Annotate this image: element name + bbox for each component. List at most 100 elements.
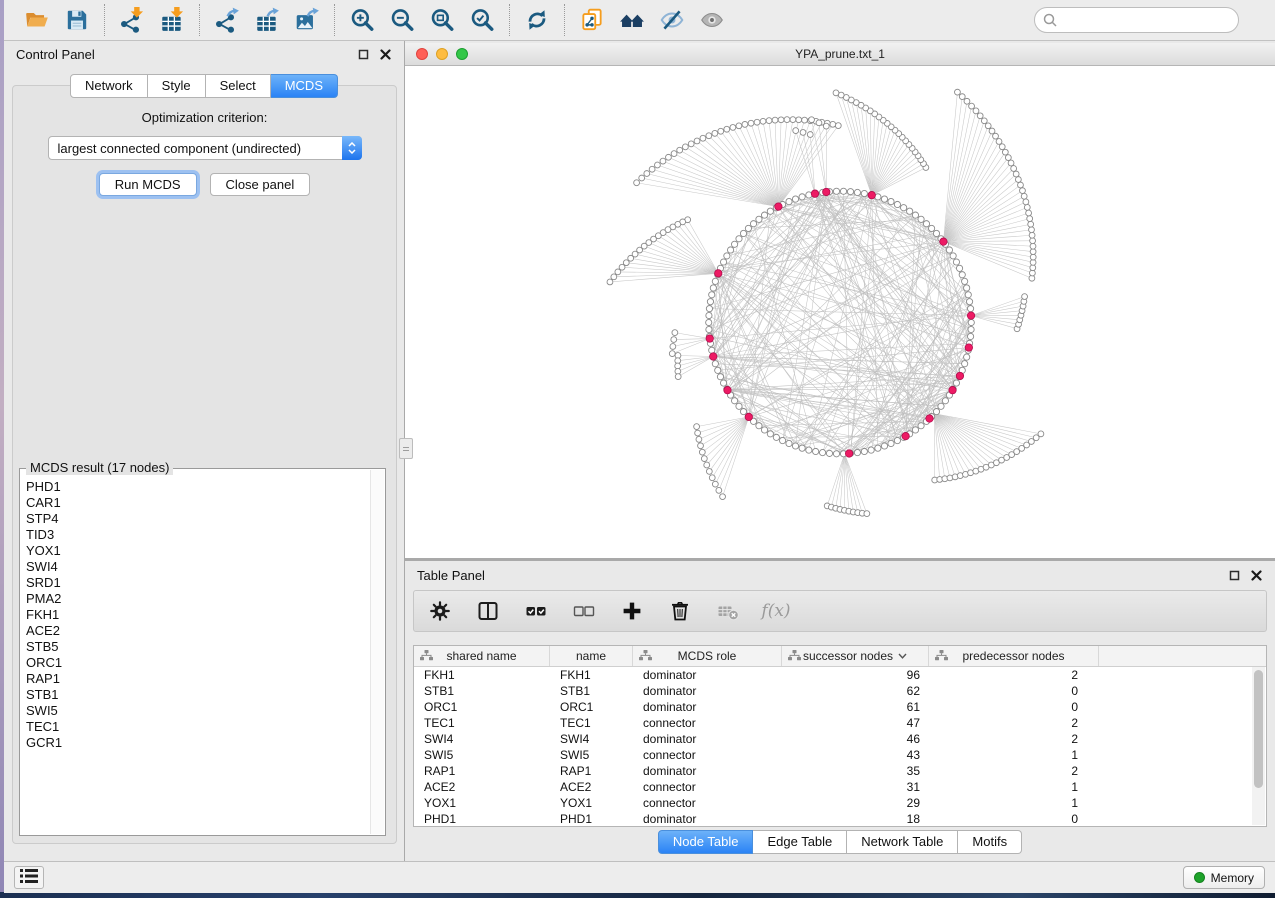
result-scrollbar[interactable] [370, 470, 384, 834]
table-row[interactable]: SWI5SWI5connector431 [414, 747, 1266, 763]
table-row[interactable]: SWI4SWI4dominator462 [414, 731, 1266, 747]
cell-successor-nodes: 18 [782, 812, 929, 826]
import-network-icon[interactable] [114, 5, 150, 35]
table-header-row: shared namenameMCDS rolesuccessor nodesp… [414, 646, 1266, 667]
cell-name: SWI5 [550, 748, 633, 762]
mcds-result-node: STP4 [22, 511, 370, 527]
close-table-panel-icon[interactable] [1250, 569, 1263, 582]
search-box [1034, 7, 1239, 33]
column-header-shared-name[interactable]: shared name [414, 646, 550, 666]
import-table-icon[interactable] [154, 5, 190, 35]
zoom-fit-icon[interactable] [424, 5, 460, 35]
network-window-title: YPA_prune.txt_1 [405, 47, 1275, 61]
column-header-name[interactable]: name [550, 646, 633, 666]
cell-shared-name: YOX1 [414, 796, 550, 810]
mcds-result-node: TEC1 [22, 719, 370, 735]
network-graph[interactable] [405, 66, 1275, 558]
cell-MCDS-role: dominator [633, 684, 782, 698]
minimize-window-icon[interactable] [436, 48, 448, 60]
memory-button[interactable]: Memory [1183, 866, 1265, 889]
cell-shared-name: PHD1 [414, 812, 550, 826]
column-header-MCDS-role[interactable]: MCDS role [633, 646, 782, 666]
table-row[interactable]: FKH1FKH1dominator962 [414, 667, 1266, 683]
table-row[interactable]: STB1STB1dominator620 [414, 683, 1266, 699]
table-row[interactable]: TEC1TEC1connector472 [414, 715, 1266, 731]
table-row[interactable]: YOX1YOX1connector291 [414, 795, 1266, 811]
control-panel-title: Control Panel [16, 47, 95, 62]
mcds-result-node: STB1 [22, 687, 370, 703]
cell-predecessor-nodes: 2 [929, 668, 1099, 682]
cell-successor-nodes: 46 [782, 732, 929, 746]
run-mcds-button[interactable]: Run MCDS [99, 173, 197, 196]
float-panel-icon[interactable] [357, 48, 370, 61]
mcds-result-box: MCDS result (17 nodes) PHD1CAR1STP4TID3Y… [19, 468, 386, 836]
tab-select[interactable]: Select [206, 74, 271, 98]
save-icon[interactable] [59, 5, 95, 35]
status-bar: Memory [4, 861, 1275, 893]
column-header-predecessor-nodes[interactable]: predecessor nodes [929, 646, 1099, 666]
splitter-handle[interactable] [399, 438, 413, 459]
float-table-panel-icon[interactable] [1228, 569, 1241, 582]
add-icon[interactable] [620, 599, 644, 623]
columns-icon[interactable] [476, 599, 500, 623]
cell-name: ORC1 [550, 700, 633, 714]
optimization-criterion-select[interactable]: largest connected component (undirected) [48, 136, 362, 160]
deselect-all-icon[interactable] [572, 599, 596, 623]
cell-MCDS-role: connector [633, 780, 782, 794]
show-all-icon[interactable] [694, 5, 730, 35]
tab-edge-table[interactable]: Edge Table [753, 830, 847, 854]
search-input[interactable] [1034, 7, 1239, 33]
cell-predecessor-nodes: 2 [929, 732, 1099, 746]
mcds-result-node: CAR1 [22, 495, 370, 511]
tab-network-table[interactable]: Network Table [847, 830, 958, 854]
first-neighbors-icon[interactable] [614, 5, 650, 35]
table-scrollbar-thumb[interactable] [1254, 670, 1263, 788]
cell-name: ACE2 [550, 780, 633, 794]
task-history-button[interactable] [14, 866, 44, 889]
mcds-result-node: SWI4 [22, 559, 370, 575]
table-row[interactable]: RAP1RAP1dominator352 [414, 763, 1266, 779]
cell-successor-nodes: 61 [782, 700, 929, 714]
export-network-icon[interactable] [209, 5, 245, 35]
cell-shared-name: SWI4 [414, 732, 550, 746]
export-image-icon[interactable] [289, 5, 325, 35]
mcds-result-node: SRD1 [22, 575, 370, 591]
refresh-icon[interactable] [519, 5, 555, 35]
close-window-icon[interactable] [416, 48, 428, 60]
cell-MCDS-role: dominator [633, 700, 782, 714]
cell-name: STB1 [550, 684, 633, 698]
cell-MCDS-role: connector [633, 716, 782, 730]
tab-style[interactable]: Style [148, 74, 206, 98]
mcds-result-node: GCR1 [22, 735, 370, 751]
close-panel-button[interactable]: Close panel [210, 173, 311, 196]
tab-mcds[interactable]: MCDS [271, 74, 338, 98]
mcds-result-node: TID3 [22, 527, 370, 543]
select-stepper-icon [342, 136, 362, 160]
clone-network-icon[interactable] [574, 5, 610, 35]
table-row[interactable]: ACE2ACE2connector311 [414, 779, 1266, 795]
network-window: YPA_prune.txt_1 [405, 43, 1275, 561]
tab-network[interactable]: Network [70, 74, 148, 98]
hide-selected-icon[interactable] [654, 5, 690, 35]
settings-icon[interactable] [428, 599, 452, 623]
zoom-selected-icon[interactable] [464, 5, 500, 35]
tab-node-table[interactable]: Node Table [658, 830, 754, 854]
table-scrollbar[interactable] [1252, 667, 1265, 825]
table-row[interactable]: PHD1PHD1dominator180 [414, 811, 1266, 827]
control-panel-tabs: NetworkStyleSelectMCDS [4, 74, 404, 98]
open-icon[interactable] [19, 5, 55, 35]
table-tabs: Node TableEdge TableNetwork TableMotifs [405, 830, 1275, 854]
maximize-window-icon[interactable] [456, 48, 468, 60]
zoom-in-icon[interactable] [344, 5, 380, 35]
delete-icon[interactable] [668, 599, 692, 623]
table-row[interactable]: ORC1ORC1dominator610 [414, 699, 1266, 715]
column-header-successor-nodes[interactable]: successor nodes [782, 646, 929, 666]
select-all-icon[interactable] [524, 599, 548, 623]
network-canvas[interactable] [405, 66, 1275, 558]
mcds-result-node: STB5 [22, 639, 370, 655]
close-panel-icon[interactable] [379, 48, 392, 61]
column-header-filler [1099, 646, 1266, 666]
zoom-out-icon[interactable] [384, 5, 420, 35]
tab-motifs[interactable]: Motifs [958, 830, 1022, 854]
export-table-icon[interactable] [249, 5, 285, 35]
